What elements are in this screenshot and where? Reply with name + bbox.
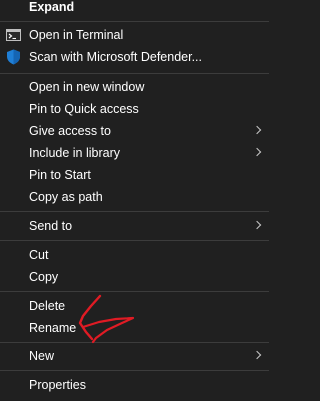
menu-item-open-in-terminal[interactable]: Open in Terminal bbox=[0, 24, 269, 46]
terminal-icon bbox=[6, 28, 21, 43]
menu-separator bbox=[0, 240, 269, 241]
menu-item-label: Pin to Quick access bbox=[29, 102, 139, 116]
menu-item-label: Copy bbox=[29, 270, 59, 284]
menu-item-pin-to-start[interactable]: Pin to Start bbox=[0, 164, 269, 186]
menu-item-pin-to-quick-access[interactable]: Pin to Quick access bbox=[0, 98, 269, 120]
menu-item-delete[interactable]: Delete bbox=[0, 295, 269, 317]
menu-separator bbox=[0, 291, 269, 292]
menu-separator bbox=[0, 73, 269, 74]
menu-item-label: Scan with Microsoft Defender... bbox=[29, 50, 202, 64]
menu-item-properties[interactable]: Properties bbox=[0, 374, 269, 396]
menu-item-label: Open in Terminal bbox=[29, 28, 124, 42]
menu-item-label: Expand bbox=[29, 0, 75, 14]
defender-shield-icon bbox=[6, 49, 21, 65]
chevron-right-icon bbox=[252, 147, 262, 157]
menu-item-label: Properties bbox=[29, 378, 86, 392]
menu-item-label: Cut bbox=[29, 248, 49, 262]
menu-item-label: Send to bbox=[29, 219, 73, 233]
menu-item-label: Give access to bbox=[29, 124, 111, 138]
menu-item-open-in-new-window[interactable]: Open in new window bbox=[0, 76, 269, 98]
menu-item-send-to[interactable]: Send to bbox=[0, 215, 269, 237]
menu-item-label: Delete bbox=[29, 299, 66, 313]
menu-item-label: Pin to Start bbox=[29, 168, 91, 182]
menu-item-label: Open in new window bbox=[29, 80, 145, 94]
menu-item-rename[interactable]: Rename bbox=[0, 317, 269, 339]
menu-item-label: New bbox=[29, 349, 55, 363]
menu-separator bbox=[0, 211, 269, 212]
menu-separator bbox=[0, 21, 269, 22]
menu-item-label: Rename bbox=[29, 321, 77, 335]
menu-item-scan-with-defender[interactable]: Scan with Microsoft Defender... bbox=[0, 46, 269, 68]
menu-item-copy-as-path[interactable]: Copy as path bbox=[0, 186, 269, 208]
menu-item-cut[interactable]: Cut bbox=[0, 244, 269, 266]
menu-separator bbox=[0, 370, 269, 371]
menu-item-give-access-to[interactable]: Give access to bbox=[0, 120, 269, 142]
menu-item-copy[interactable]: Copy bbox=[0, 266, 269, 288]
menu-item-label: Include in library bbox=[29, 146, 121, 160]
context-menu: Expand Open in Terminal Scan with Micros… bbox=[0, 0, 269, 401]
chevron-right-icon bbox=[252, 125, 262, 135]
chevron-right-icon bbox=[252, 220, 262, 230]
chevron-right-icon bbox=[252, 350, 262, 360]
menu-item-expand[interactable]: Expand bbox=[0, 0, 269, 18]
menu-item-new[interactable]: New bbox=[0, 345, 269, 367]
menu-item-include-in-library[interactable]: Include in library bbox=[0, 142, 269, 164]
menu-separator bbox=[0, 342, 269, 343]
menu-item-label: Copy as path bbox=[29, 190, 103, 204]
